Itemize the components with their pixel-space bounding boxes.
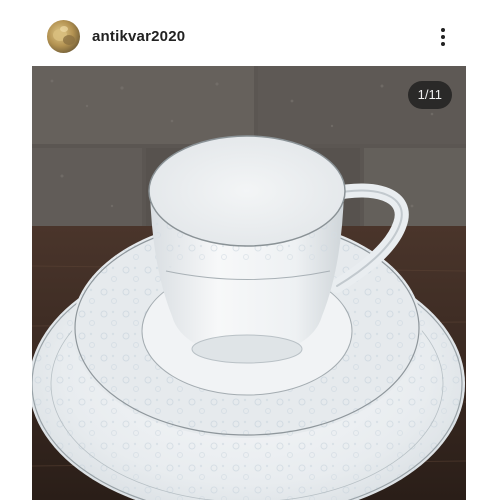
- image-counter: 1/11: [407, 81, 452, 109]
- more-dot: [441, 28, 445, 32]
- post-header: antikvar2020: [0, 0, 500, 66]
- more-dot: [441, 35, 445, 39]
- post-photo[interactable]: 1/11: [32, 66, 466, 500]
- more-dot: [441, 42, 445, 46]
- avatar[interactable]: [47, 20, 80, 53]
- username[interactable]: antikvar2020: [92, 28, 185, 45]
- avatar-image: [53, 26, 75, 45]
- teacup-photo: [32, 66, 466, 500]
- more-options-icon[interactable]: [432, 26, 454, 48]
